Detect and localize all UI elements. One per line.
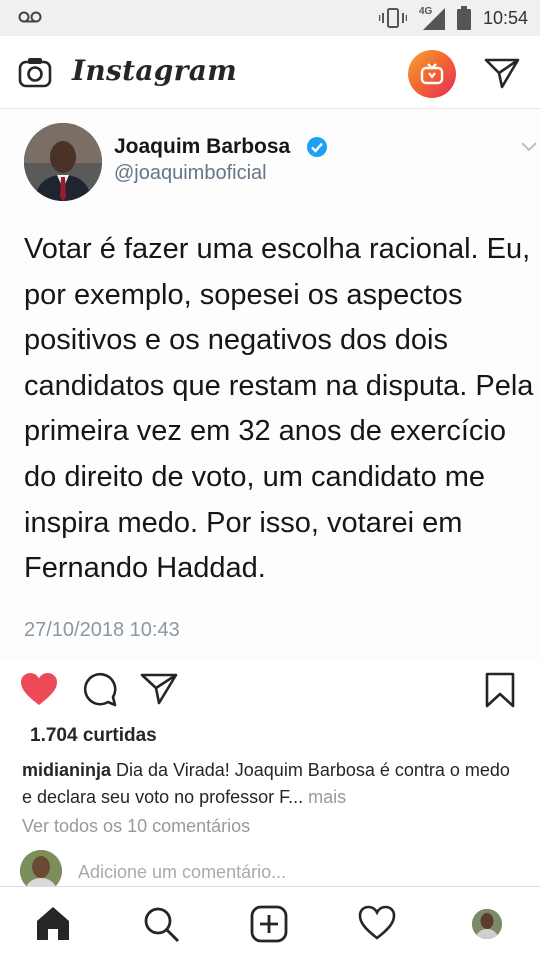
activity-icon[interactable] <box>358 905 396 941</box>
tweet-author-handle: @joaquimboficial <box>114 162 267 184</box>
chevron-down-icon <box>521 142 537 152</box>
share-icon[interactable] <box>140 672 178 706</box>
tweet-date: 27/10/2018 10:43 <box>24 619 180 641</box>
profile-avatar[interactable] <box>472 909 502 939</box>
battery-icon <box>456 6 471 30</box>
camera-icon[interactable] <box>18 56 52 90</box>
view-all-comments-link[interactable]: Ver todos os 10 comentários <box>22 816 250 837</box>
new-post-icon[interactable] <box>250 905 288 943</box>
post-actions <box>0 662 540 714</box>
tweet-author-avatar <box>24 123 102 201</box>
post-image-tweet[interactable]: Joaquim Barbosa @joaquimboficial Votar é… <box>0 109 540 661</box>
voicemail-icon <box>18 11 42 23</box>
caption-more-link[interactable]: mais <box>308 787 346 807</box>
clock: 10:54 <box>482 7 528 28</box>
direct-message-icon[interactable] <box>484 56 520 90</box>
search-icon[interactable] <box>142 905 180 943</box>
home-icon[interactable] <box>34 905 72 941</box>
app-header: Instagram <box>0 36 540 109</box>
bottom-navigation <box>0 886 540 961</box>
likes-count[interactable]: 1.704 curtidas <box>30 725 157 747</box>
signal-icon <box>422 8 445 30</box>
tweet-author-name: Joaquim Barbosa <box>114 135 291 158</box>
tweet-text: Votar é fazer uma escolha racional. Eu, … <box>24 233 534 585</box>
comment-icon[interactable] <box>82 672 118 708</box>
vibrate-icon <box>378 8 407 28</box>
like-heart-icon[interactable] <box>20 672 58 706</box>
comment-input[interactable]: Adicione um comentário... <box>78 862 286 883</box>
bookmark-icon[interactable] <box>484 672 516 708</box>
status-bar: 4G 10:54 <box>0 0 540 36</box>
post-caption: midianinja Dia da Virada! Joaquim Barbos… <box>22 757 522 811</box>
caption-username[interactable]: midianinja <box>22 760 111 780</box>
igtv-icon <box>420 63 444 85</box>
verified-badge-icon <box>307 137 327 157</box>
igtv-button[interactable] <box>408 50 456 98</box>
instagram-logo: Instagram <box>72 54 238 87</box>
